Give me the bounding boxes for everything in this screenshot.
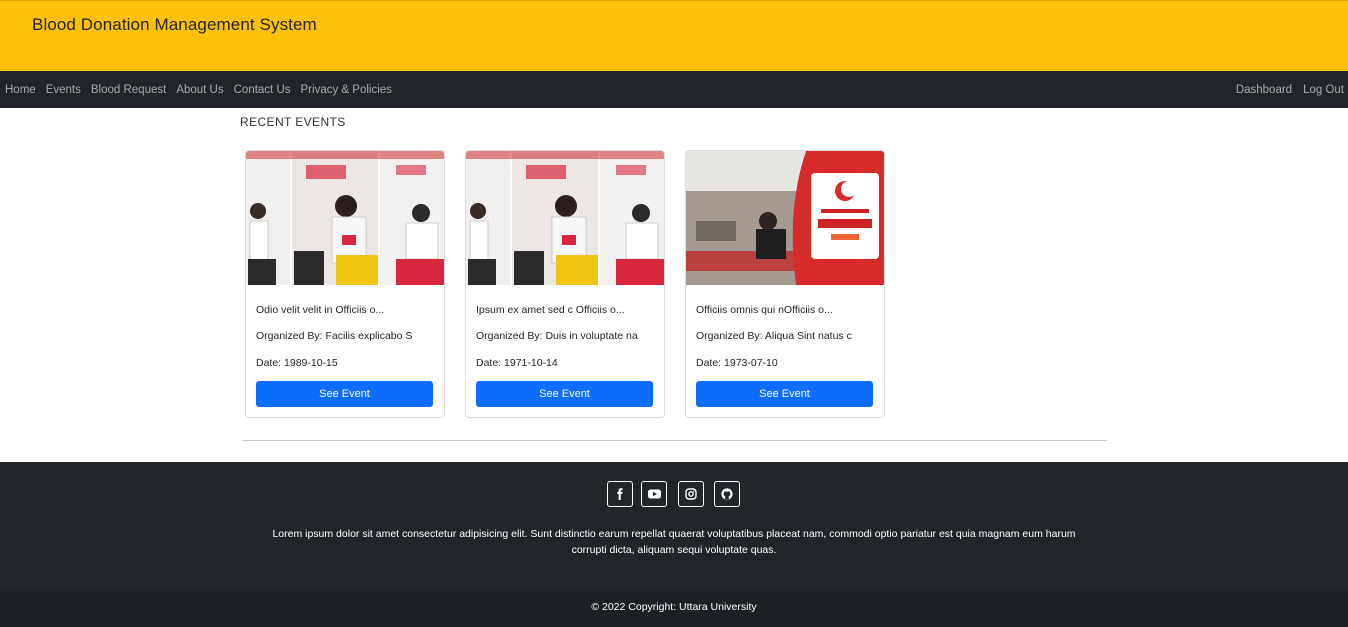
nav-privacy-policies[interactable]: Privacy & Policies bbox=[301, 84, 392, 96]
event-organizer: Organized By: Duis in voluptate na bbox=[476, 330, 638, 342]
event-date: Date: 1989-10-15 bbox=[256, 357, 338, 369]
see-event-button[interactable]: See Event bbox=[256, 381, 433, 407]
event-date: Date: 1971-10-14 bbox=[476, 357, 558, 369]
recent-events-heading: RECENT EVENTS bbox=[240, 115, 346, 129]
event-title: Ipsum ex amet sed c Officiis o... bbox=[476, 304, 625, 316]
main-navbar: Home Events Blood Request About Us Conta… bbox=[0, 71, 1348, 108]
event-image bbox=[246, 151, 444, 285]
event-image bbox=[466, 151, 664, 285]
footer-description: Lorem ipsum dolor sit amet consectetur a… bbox=[272, 528, 1076, 556]
github-icon[interactable] bbox=[714, 481, 740, 507]
nav-dashboard[interactable]: Dashboard bbox=[1236, 84, 1292, 96]
section-divider bbox=[243, 440, 1107, 441]
event-organizer: Organized By: Aliqua Sint natus c bbox=[696, 330, 852, 342]
event-date: Date: 1973-07-10 bbox=[696, 357, 778, 369]
event-title: Officiis omnis qui nOfficiis o... bbox=[696, 304, 833, 316]
copyright-text: © 2022 Copyright: Uttara University bbox=[591, 601, 757, 613]
event-image bbox=[686, 151, 884, 285]
copyright-bar: © 2022 Copyright: Uttara University bbox=[0, 589, 1348, 627]
event-title: Odio velit velit in Officiis o... bbox=[256, 304, 385, 316]
see-event-button[interactable]: See Event bbox=[696, 381, 873, 407]
event-card: Odio velit velit in Officiis o... Organi… bbox=[245, 150, 445, 418]
nav-left-group: Home Events Blood Request About Us Conta… bbox=[5, 71, 402, 108]
see-event-button[interactable]: See Event bbox=[476, 381, 653, 407]
facebook-icon[interactable] bbox=[607, 481, 633, 507]
event-card: Officiis omnis qui nOfficiis o... Organi… bbox=[685, 150, 885, 418]
nav-log-out[interactable]: Log Out bbox=[1303, 84, 1344, 96]
nav-about-us[interactable]: About Us bbox=[176, 84, 223, 96]
site-footer: Lorem ipsum dolor sit amet consectetur a… bbox=[0, 462, 1348, 589]
nav-contact-us[interactable]: Contact Us bbox=[234, 84, 291, 96]
nav-home[interactable]: Home bbox=[5, 84, 36, 96]
nav-blood-request[interactable]: Blood Request bbox=[91, 84, 166, 96]
event-organizer: Organized By: Facilis explicabo S bbox=[256, 330, 413, 342]
event-card: Ipsum ex amet sed c Officiis o... Organi… bbox=[465, 150, 665, 418]
nav-events[interactable]: Events bbox=[46, 84, 81, 96]
nav-right-group: Dashboard Log Out bbox=[1225, 71, 1344, 108]
instagram-icon[interactable] bbox=[678, 481, 704, 507]
site-title: Blood Donation Management System bbox=[32, 15, 317, 34]
youtube-icon[interactable] bbox=[641, 481, 667, 507]
site-header: Blood Donation Management System bbox=[0, 0, 1348, 71]
